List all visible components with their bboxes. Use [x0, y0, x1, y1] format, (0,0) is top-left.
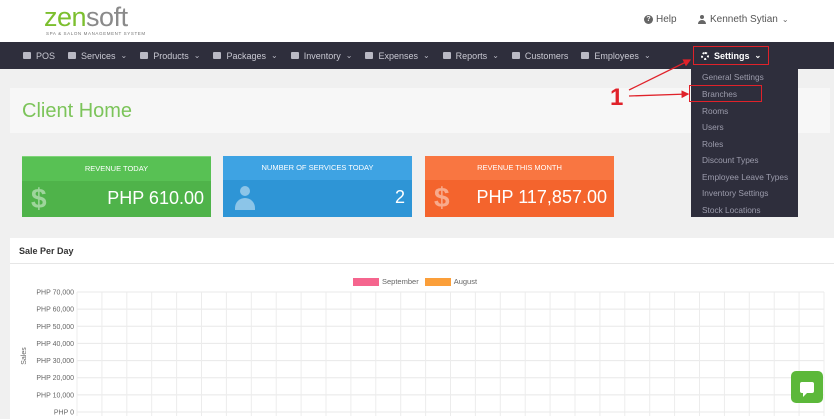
nav-item-customers[interactable]: Customers: [511, 50, 569, 61]
nav-label: Products: [153, 50, 189, 61]
chevron-down-icon: ⌄: [193, 51, 201, 60]
nav-item-inventory[interactable]: Inventory ⌄: [290, 50, 353, 61]
y-tick-label: PHP 40,000: [36, 341, 74, 348]
menu-item-rooms[interactable]: Rooms: [702, 106, 728, 116]
card-header: REVENUE TODAY: [22, 157, 211, 181]
zensoft-logo[interactable]: zensoft SPA & SALON MANAGEMENT SYSTEM: [44, 2, 146, 37]
help-label: Help: [656, 14, 677, 25]
menu-item-users[interactable]: Users: [702, 122, 724, 132]
image-icon: [365, 52, 374, 59]
main-navigation: POS Services ⌄ Products ⌄ Packages ⌄ Inv…: [0, 42, 834, 69]
nav-label: Employees: [594, 50, 639, 61]
list-icon: [290, 52, 299, 59]
card-value: PHP 117,857.00: [476, 187, 607, 207]
chat-widget-button[interactable]: [791, 371, 823, 403]
card-value: 2: [394, 187, 405, 207]
nav-item-expenses[interactable]: Expenses ⌄: [365, 50, 430, 61]
menu-item-roles[interactable]: Roles: [702, 139, 723, 149]
menu-item-inventory-settings[interactable]: Inventory Settings: [702, 188, 768, 198]
nav-label: POS: [36, 50, 56, 61]
sale-per-day-panel: Sale Per Day September August PHP 70,000…: [10, 238, 834, 419]
nav-item-packages[interactable]: Packages ⌄: [213, 50, 278, 61]
y-tick-label: PHP 0: [54, 410, 74, 417]
nav-label: Reports: [455, 50, 488, 61]
nav-label: Settings: [714, 50, 750, 61]
chevron-down-icon: ⌄: [643, 51, 651, 60]
nav-label: Packages: [226, 50, 266, 61]
chevron-down-icon: ⌄: [120, 51, 128, 60]
y-tick-label: PHP 70,000: [36, 290, 74, 297]
cart-icon: [140, 52, 149, 59]
menu-item-general-settings[interactable]: General Settings: [702, 72, 764, 82]
user-icon: [697, 15, 706, 24]
briefcase-icon: [581, 52, 590, 59]
chevron-down-icon: ⌄: [345, 51, 353, 60]
gear-icon: [701, 51, 709, 60]
y-tick-label: PHP 20,000: [36, 375, 74, 382]
person-icon: [235, 186, 255, 210]
nav-label: Expenses: [378, 50, 418, 61]
nav-item-products[interactable]: Products ⌄: [140, 51, 200, 61]
nav-item-reports[interactable]: Reports ⌄: [442, 50, 499, 61]
bar-chart-icon: [442, 52, 451, 59]
chevron-down-icon: ⌄: [492, 51, 499, 60]
card-value: PHP 610.00: [107, 188, 204, 208]
page-title: Client Home: [22, 100, 133, 122]
hand-icon: [68, 52, 77, 59]
chevron-down-icon: ⌄: [422, 51, 430, 60]
user-menu[interactable]: Kenneth Sytian ⌄: [697, 14, 789, 25]
user-name: Kenneth Sytian: [710, 14, 778, 25]
card-header: NUMBER OF SERVICES TODAY: [223, 156, 412, 180]
logo-wordmark: zensoft: [44, 2, 146, 32]
tag-icon: [213, 52, 222, 59]
chevron-down-icon: ⌄: [781, 15, 789, 24]
nav-label: Services: [81, 50, 116, 61]
users-icon: [511, 52, 520, 59]
branches-highlight-box: [689, 85, 762, 102]
question-circle-icon: ?: [644, 15, 653, 24]
menu-item-discount-types[interactable]: Discount Types: [702, 155, 759, 165]
nav-item-employees[interactable]: Employees ⌄: [581, 50, 651, 61]
y-tick-label: PHP 30,000: [36, 358, 74, 365]
nav-label: Inventory: [303, 50, 341, 61]
card-header: REVENUE THIS MONTH: [425, 156, 614, 180]
dollar-icon: $: [434, 182, 450, 213]
menu-item-stock-locations[interactable]: Stock Locations: [702, 205, 761, 215]
services-today-card: NUMBER OF SERVICES TODAY 2: [223, 156, 412, 217]
y-axis-ticks: PHP 70,000 PHP 60,000 PHP 50,000 PHP 40,000…: [36, 290, 74, 417]
chevron-down-icon: ⌄: [271, 51, 278, 60]
y-tick-label: PHP 10,000: [36, 392, 74, 399]
pos-icon: [23, 52, 31, 59]
chart-grid: [76, 291, 825, 416]
menu-item-employee-leave-types[interactable]: Employee Leave Types: [702, 172, 788, 182]
sales-chart: PHP 70,000 PHP 60,000 PHP 50,000 PHP 40,000…: [21, 290, 825, 417]
nav-label: Customers: [524, 50, 569, 61]
nav-item-services[interactable]: Services ⌄: [68, 51, 127, 61]
dollar-icon: $: [31, 183, 47, 214]
revenue-month-card: REVENUE THIS MONTH $ PHP 117,857.00: [425, 156, 614, 217]
help-link[interactable]: ? Help: [644, 14, 677, 25]
logo-soft-text: soft: [86, 2, 128, 32]
top-header: zensoft SPA & SALON MANAGEMENT SYSTEM ? …: [0, 0, 834, 42]
logo-zen-text: zen: [44, 2, 87, 32]
revenue-today-card: REVENUE TODAY $ PHP 610.00: [22, 156, 211, 217]
y-axis-label: Sales: [21, 347, 28, 365]
y-tick-label: PHP 60,000: [36, 307, 74, 314]
chat-bubble-icon: [800, 381, 814, 397]
logo-tagline: SPA & SALON MANAGEMENT SYSTEM: [46, 31, 146, 36]
annotation-step-number: 1: [610, 84, 624, 111]
nav-item-pos[interactable]: POS: [23, 51, 55, 61]
y-tick-label: PHP 50,000: [36, 324, 74, 331]
nav-item-settings[interactable]: Settings ⌄: [693, 46, 770, 65]
chevron-down-icon: ⌄: [754, 51, 762, 60]
